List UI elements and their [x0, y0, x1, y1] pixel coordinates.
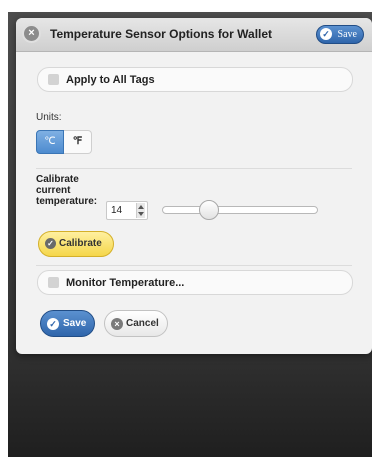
temperature-options-dialog: × Temperature Sensor Options for Wallet …	[16, 18, 372, 354]
header-save-button[interactable]: ✓ Save	[316, 25, 364, 44]
apply-to-all-checkbox[interactable]	[48, 74, 59, 85]
units-label: Units:	[36, 112, 62, 123]
dialog-title: Temperature Sensor Options for Wallet	[50, 27, 273, 41]
spinner-arrows-icon[interactable]	[136, 203, 145, 218]
divider	[36, 168, 352, 169]
check-icon: ✓	[47, 318, 59, 330]
calibrate-label: Calibrate current temperature:	[36, 174, 98, 207]
check-icon: ✓	[45, 238, 56, 249]
apply-to-all-label: Apply to All Tags	[66, 74, 155, 86]
header-save-label: Save	[337, 29, 357, 40]
cancel-button-label: Cancel	[126, 318, 159, 329]
monitor-temperature-checkbox[interactable]	[48, 277, 59, 288]
calibrate-slider[interactable]	[162, 200, 318, 220]
page: × Temperature Sensor Options for Wallet …	[0, 0, 372, 457]
calibrate-temperature-input[interactable]: 14	[106, 201, 148, 220]
save-button-label: Save	[63, 318, 87, 329]
calibrate-button-label: Calibrate	[59, 238, 102, 249]
unit-fahrenheit-button[interactable]: ℉	[64, 130, 92, 154]
check-icon: ✓	[320, 28, 332, 40]
cancel-button[interactable]: × Cancel	[104, 310, 168, 337]
unit-celsius-button[interactable]: ℃	[36, 130, 64, 154]
save-button[interactable]: ✓ Save	[40, 310, 95, 337]
close-icon[interactable]: ×	[24, 26, 39, 41]
units-toggle: ℃ ℉	[36, 130, 92, 154]
monitor-temperature-label: Monitor Temperature...	[66, 277, 185, 289]
divider	[36, 265, 352, 266]
monitor-temperature-row[interactable]: Monitor Temperature...	[37, 270, 353, 295]
calibrate-temperature-value: 14	[111, 205, 123, 216]
calibrate-button[interactable]: ✓ Calibrate	[38, 231, 114, 257]
apply-to-all-tags-row[interactable]: Apply to All Tags	[37, 67, 353, 92]
dialog-header: × Temperature Sensor Options for Wallet …	[16, 18, 372, 52]
slider-handle[interactable]	[199, 200, 220, 220]
cancel-icon: ×	[111, 318, 123, 330]
